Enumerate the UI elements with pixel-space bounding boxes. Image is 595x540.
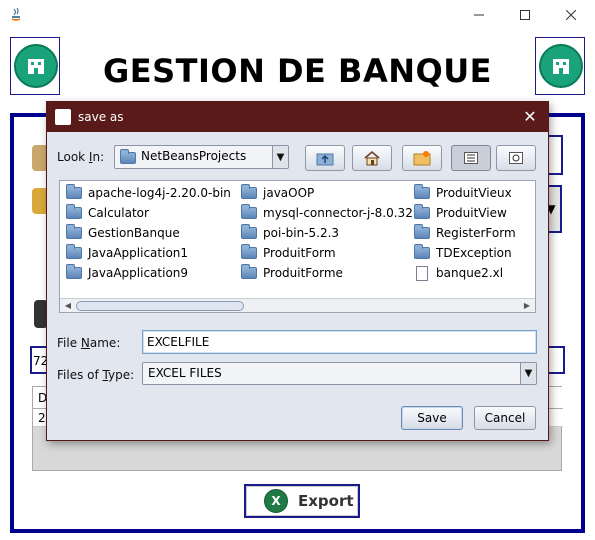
files-of-type-label: Files of Type: bbox=[57, 368, 135, 382]
file-name: GestionBanque bbox=[88, 226, 180, 240]
details-view-button[interactable] bbox=[496, 145, 536, 171]
list-item[interactable]: Calculator bbox=[66, 204, 149, 222]
bank-icon bbox=[539, 44, 583, 88]
bank-logo-right bbox=[535, 37, 585, 95]
folder-icon bbox=[66, 184, 82, 199]
java-app-icon bbox=[55, 109, 71, 125]
horizontal-scrollbar[interactable]: ◀ ▶ bbox=[60, 298, 535, 312]
folder-icon bbox=[241, 244, 257, 259]
file-name: ProduitView bbox=[436, 206, 507, 220]
file-name: ProduitVieux bbox=[436, 186, 512, 200]
folder-icon bbox=[66, 264, 82, 279]
file-name: banque2.xl bbox=[436, 266, 504, 280]
java-app-icon bbox=[8, 6, 24, 22]
file-name-label: File Name: bbox=[57, 336, 121, 350]
chevron-down-icon: ▼ bbox=[520, 363, 536, 384]
list-view-button[interactable] bbox=[451, 145, 491, 171]
look-in-label: Look In: bbox=[57, 150, 105, 164]
scroll-right-icon[interactable]: ▶ bbox=[521, 300, 533, 312]
chevron-down-icon: ▼ bbox=[272, 146, 288, 168]
files-of-type-value: EXCEL FILES bbox=[148, 366, 222, 380]
file-name: JavaApplication1 bbox=[88, 246, 189, 260]
file-name: mysql-connector-j-8.0.32 bbox=[263, 206, 413, 220]
file-name: TDException bbox=[436, 246, 512, 260]
export-button[interactable]: X Export bbox=[244, 484, 360, 518]
file-name: apache-log4j-2.20.0-bin bbox=[88, 186, 231, 200]
close-window-button[interactable] bbox=[548, 0, 594, 30]
list-item[interactable]: javaOOP bbox=[241, 184, 314, 202]
excel-icon: X bbox=[264, 489, 288, 513]
folder-icon bbox=[66, 244, 82, 259]
file-name-field[interactable] bbox=[142, 330, 537, 354]
up-one-level-button[interactable] bbox=[305, 145, 345, 171]
list-item[interactable]: mysql-connector-j-8.0.32 bbox=[241, 204, 413, 222]
window-titlebar bbox=[0, 0, 595, 30]
list-item[interactable]: JavaApplication9 bbox=[66, 264, 188, 282]
files-of-type-combo[interactable]: EXCEL FILES ▼ bbox=[142, 362, 537, 385]
scroll-left-icon[interactable]: ◀ bbox=[62, 300, 74, 312]
table-cell: 2 bbox=[38, 411, 46, 425]
folder-icon bbox=[120, 149, 136, 164]
list-item[interactable]: banque2.xl bbox=[414, 264, 503, 282]
bank-icon bbox=[14, 44, 58, 88]
folder-icon bbox=[241, 184, 257, 199]
list-item[interactable]: JavaApplication1 bbox=[66, 244, 188, 262]
new-folder-button[interactable] bbox=[402, 145, 442, 171]
folder-icon bbox=[414, 224, 430, 239]
file-name: RegisterForm bbox=[436, 226, 516, 240]
folder-icon bbox=[241, 204, 257, 219]
look-in-value: NetBeansProjects bbox=[141, 149, 247, 163]
folder-icon bbox=[241, 224, 257, 239]
folder-icon bbox=[414, 204, 430, 219]
folder-icon bbox=[241, 264, 257, 279]
folder-icon bbox=[414, 184, 430, 199]
folder-icon bbox=[66, 204, 82, 219]
list-item[interactable]: ProduitVieux bbox=[414, 184, 512, 202]
maximize-button[interactable] bbox=[502, 0, 548, 30]
dialog-title: save as bbox=[78, 110, 124, 124]
list-item[interactable]: poi-bin-5.2.3 bbox=[241, 224, 339, 242]
file-name: Calculator bbox=[88, 206, 149, 220]
home-button[interactable] bbox=[352, 145, 392, 171]
scrollbar-thumb[interactable] bbox=[76, 301, 244, 311]
file-name: JavaApplication9 bbox=[88, 266, 189, 280]
list-item[interactable]: RegisterForm bbox=[414, 224, 516, 242]
file-name-input[interactable] bbox=[143, 331, 536, 353]
save-as-dialog: save as ✕ Look In: NetBeansProjects ▼ ap… bbox=[46, 101, 549, 441]
list-item[interactable]: ProduitView bbox=[414, 204, 507, 222]
list-item[interactable]: ProduitForm bbox=[241, 244, 336, 262]
export-label: Export bbox=[298, 492, 354, 510]
list-item[interactable]: TDException bbox=[414, 244, 512, 262]
file-list[interactable]: apache-log4j-2.20.0-bin Calculator Gesti… bbox=[59, 180, 536, 313]
look-in-combo[interactable]: NetBeansProjects ▼ bbox=[114, 145, 289, 169]
folder-icon bbox=[414, 244, 430, 259]
file-name: poi-bin-5.2.3 bbox=[263, 226, 340, 240]
main-window: GESTION DE BANQUE ▼ 72 D 2 X Export save… bbox=[0, 0, 595, 540]
list-item[interactable]: ProduitForme bbox=[241, 264, 343, 282]
dialog-titlebar: save as ✕ bbox=[47, 102, 548, 132]
file-name: ProduitForme bbox=[263, 266, 343, 280]
minimize-button[interactable] bbox=[456, 0, 502, 30]
file-name: ProduitForm bbox=[263, 246, 336, 260]
cancel-button[interactable]: Cancel bbox=[474, 406, 536, 430]
page-title: GESTION DE BANQUE bbox=[102, 52, 493, 90]
save-button[interactable]: Save bbox=[401, 406, 463, 430]
folder-icon bbox=[66, 224, 82, 239]
list-item[interactable]: apache-log4j-2.20.0-bin bbox=[66, 184, 231, 202]
list-item[interactable]: GestionBanque bbox=[66, 224, 180, 242]
bank-logo-left bbox=[10, 37, 60, 95]
file-name: javaOOP bbox=[263, 186, 315, 200]
file-icon bbox=[416, 265, 428, 281]
dialog-close-icon[interactable]: ✕ bbox=[520, 107, 540, 127]
